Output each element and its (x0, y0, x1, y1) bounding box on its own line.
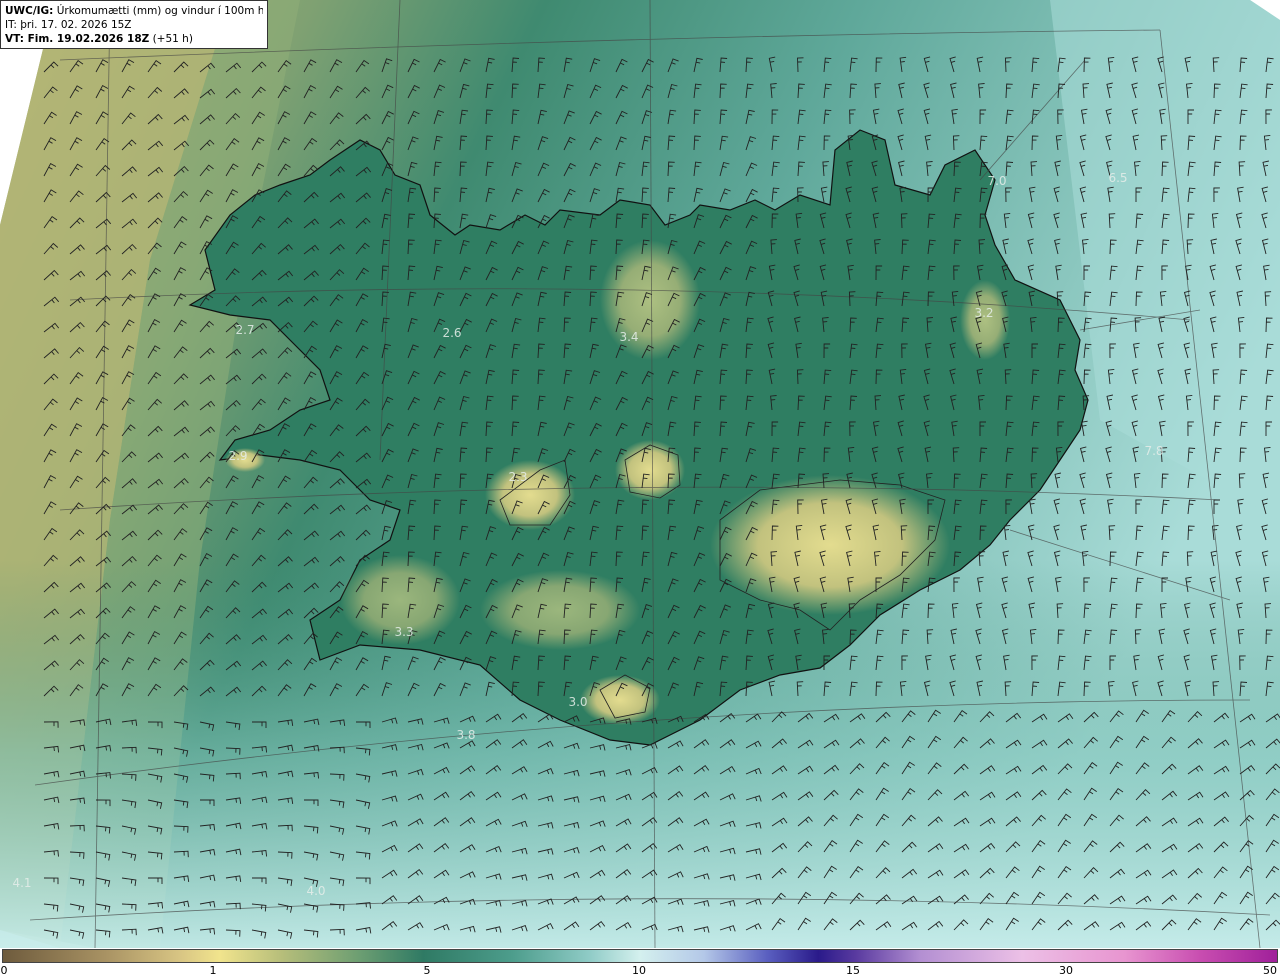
map-value-label: 4.1 (12, 876, 32, 890)
map-value-label: 2.7 (235, 323, 255, 337)
map-value-label: 7.0 (987, 174, 1007, 188)
map-value-label: 2.9 (228, 449, 248, 463)
precipitation-wind-map (0, 0, 1280, 948)
map-value-label: 3.8 (456, 728, 476, 742)
colorbar-tick-label: 15 (846, 964, 860, 977)
colorbar-tick-label: 30 (1059, 964, 1073, 977)
colorbar-tick-label: 0 (0, 964, 8, 977)
colorbar-gradient (2, 949, 1278, 963)
valid-time: VT: Fim. 19.02.2026 18Z (+51 h) (5, 33, 193, 45)
precipitation-colorbar: 0 1 5 10 15 30 50 (0, 948, 1280, 978)
map-value-label: 2.6 (442, 326, 462, 340)
map-value-label: 3.2 (974, 306, 994, 320)
colorbar-tick-label: 1 (209, 964, 217, 977)
map-info-box: UWC/IG: Úrkomumætti (mm) og vindur í 100… (0, 0, 268, 49)
map-value-label: 3.3 (394, 625, 414, 639)
map-value-label: 3.4 (619, 330, 639, 344)
map-value-label: 4.0 (306, 884, 326, 898)
map-title: UWC/IG: Úrkomumætti (mm) og vindur í 100… (5, 5, 263, 17)
colorbar-tick-label: 10 (632, 964, 646, 977)
map-value-label: 7.8 (1144, 444, 1164, 458)
init-time: IT: þri. 17. 02. 2026 15Z (5, 19, 132, 31)
colorbar-tick-label: 5 (423, 964, 431, 977)
map-value-label: 3.0 (568, 695, 588, 709)
map-value-label: 2.3 (508, 470, 528, 484)
colorbar-tick-label: 50 (1263, 964, 1277, 977)
map-value-label: 6.5 (1108, 171, 1128, 185)
